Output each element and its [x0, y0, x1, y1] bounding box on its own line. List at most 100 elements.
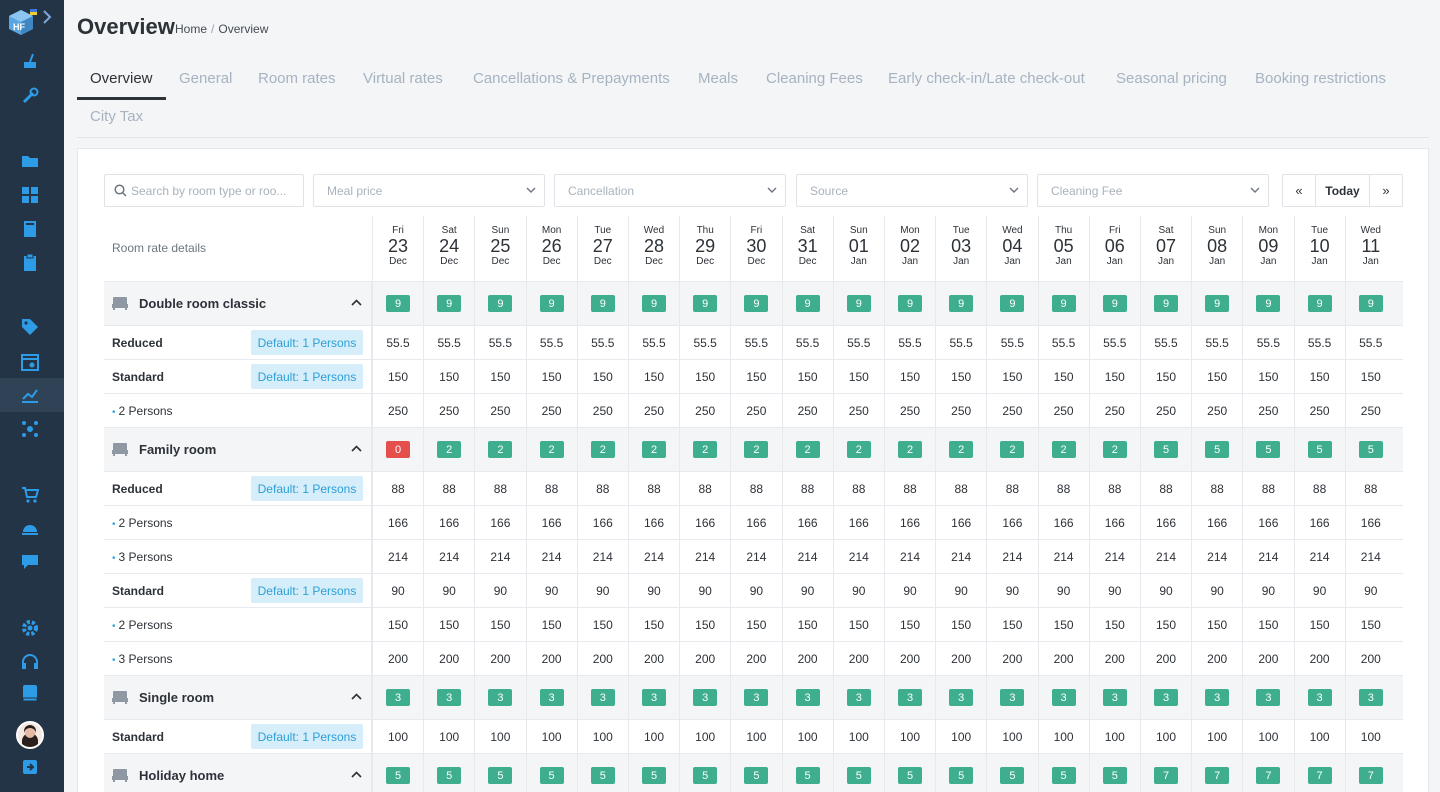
- availability-cell[interactable]: 3: [372, 676, 423, 719]
- price-cell[interactable]: 150: [1344, 360, 1396, 393]
- price-cell[interactable]: 90: [576, 574, 628, 607]
- price-cell[interactable]: 55.5: [1344, 326, 1396, 359]
- price-cell[interactable]: 150: [1140, 608, 1191, 641]
- price-cell[interactable]: 250: [1344, 394, 1396, 427]
- price-cell[interactable]: 200: [372, 642, 423, 675]
- price-cell[interactable]: 150: [730, 360, 781, 393]
- availability-cell[interactable]: 2: [525, 428, 577, 471]
- price-cell[interactable]: 166: [1088, 506, 1140, 539]
- price-cell[interactable]: 250: [935, 394, 986, 427]
- price-cell[interactable]: 250: [628, 394, 679, 427]
- price-cell[interactable]: 200: [1293, 642, 1345, 675]
- chat-icon[interactable]: [20, 552, 40, 572]
- price-cell[interactable]: 90: [679, 574, 730, 607]
- price-cell[interactable]: 90: [1088, 574, 1140, 607]
- price-cell[interactable]: 55.5: [884, 326, 935, 359]
- availability-cell[interactable]: 3: [884, 676, 935, 719]
- availability-cell[interactable]: 5: [679, 754, 730, 792]
- availability-cell[interactable]: 2: [474, 428, 525, 471]
- price-cell[interactable]: 166: [832, 506, 884, 539]
- price-cell[interactable]: 214: [781, 540, 833, 573]
- price-cell[interactable]: 150: [1242, 608, 1293, 641]
- price-cell[interactable]: 55.5: [1191, 326, 1242, 359]
- availability-cell[interactable]: 9: [679, 282, 730, 325]
- price-cell[interactable]: 200: [781, 642, 833, 675]
- tag-icon[interactable]: [20, 317, 40, 337]
- availability-cell[interactable]: 5: [935, 754, 986, 792]
- price-cell[interactable]: 90: [730, 574, 781, 607]
- price-cell[interactable]: 100: [474, 720, 525, 753]
- tab-overview[interactable]: Overview: [90, 70, 153, 87]
- price-cell[interactable]: 166: [1037, 506, 1089, 539]
- price-cell[interactable]: 100: [1191, 720, 1242, 753]
- availability-cell[interactable]: 5: [1293, 428, 1345, 471]
- network-icon[interactable]: [20, 419, 40, 439]
- price-cell[interactable]: 55.5: [372, 326, 423, 359]
- price-cell[interactable]: 200: [474, 642, 525, 675]
- price-cell[interactable]: 55.5: [1088, 326, 1140, 359]
- price-cell[interactable]: 88: [372, 472, 423, 505]
- price-cell[interactable]: 214: [1344, 540, 1396, 573]
- availability-cell[interactable]: 5: [730, 754, 781, 792]
- price-cell[interactable]: 250: [1191, 394, 1242, 427]
- price-cell[interactable]: 88: [884, 472, 935, 505]
- price-cell[interactable]: 150: [1344, 608, 1396, 641]
- price-cell[interactable]: 166: [576, 506, 628, 539]
- price-cell[interactable]: 90: [423, 574, 474, 607]
- availability-cell[interactable]: 9: [525, 282, 577, 325]
- tab-cancellations[interactable]: Cancellations & Prepayments: [473, 70, 670, 87]
- price-cell[interactable]: 200: [832, 642, 884, 675]
- price-cell[interactable]: 166: [1191, 506, 1242, 539]
- price-cell[interactable]: 100: [1088, 720, 1140, 753]
- availability-cell[interactable]: 3: [1088, 676, 1140, 719]
- price-cell[interactable]: 90: [986, 574, 1037, 607]
- price-cell[interactable]: 200: [679, 642, 730, 675]
- price-cell[interactable]: 90: [1242, 574, 1293, 607]
- price-cell[interactable]: 166: [781, 506, 833, 539]
- price-cell[interactable]: 166: [1344, 506, 1396, 539]
- availability-cell[interactable]: 5: [986, 754, 1037, 792]
- price-cell[interactable]: 55.5: [525, 326, 577, 359]
- availability-cell[interactable]: 9: [730, 282, 781, 325]
- folder-icon[interactable]: [20, 151, 40, 171]
- previous-period-button[interactable]: «: [1283, 175, 1316, 206]
- availability-cell[interactable]: 5: [1088, 754, 1140, 792]
- availability-cell[interactable]: 3: [986, 676, 1037, 719]
- price-cell[interactable]: 200: [525, 642, 577, 675]
- price-cell[interactable]: 150: [474, 360, 525, 393]
- price-cell[interactable]: 250: [1140, 394, 1191, 427]
- price-cell[interactable]: 88: [525, 472, 577, 505]
- price-cell[interactable]: 90: [525, 574, 577, 607]
- price-cell[interactable]: 55.5: [474, 326, 525, 359]
- price-cell[interactable]: 250: [1242, 394, 1293, 427]
- price-cell[interactable]: 214: [525, 540, 577, 573]
- availability-cell[interactable]: 2: [935, 428, 986, 471]
- price-cell[interactable]: 150: [525, 360, 577, 393]
- availability-cell[interactable]: 7: [1242, 754, 1293, 792]
- price-cell[interactable]: 214: [1088, 540, 1140, 573]
- service-bell-icon[interactable]: [20, 518, 40, 538]
- price-cell[interactable]: 150: [474, 608, 525, 641]
- price-cell[interactable]: 150: [1088, 608, 1140, 641]
- logout-icon[interactable]: [20, 757, 40, 777]
- price-cell[interactable]: 166: [1293, 506, 1345, 539]
- chevron-up-icon[interactable]: [351, 770, 362, 780]
- availability-cell[interactable]: 5: [423, 754, 474, 792]
- default-occupancy-badge[interactable]: Default: 1 Persons: [251, 476, 363, 501]
- price-cell[interactable]: 214: [1191, 540, 1242, 573]
- availability-cell[interactable]: 9: [628, 282, 679, 325]
- price-cell[interactable]: 150: [628, 608, 679, 641]
- availability-cell[interactable]: 5: [1140, 428, 1191, 471]
- availability-cell[interactable]: 3: [525, 676, 577, 719]
- availability-cell[interactable]: 5: [525, 754, 577, 792]
- price-cell[interactable]: 55.5: [1242, 326, 1293, 359]
- price-cell[interactable]: 90: [781, 574, 833, 607]
- availability-cell[interactable]: 5: [1191, 428, 1242, 471]
- price-cell[interactable]: 150: [372, 360, 423, 393]
- price-cell[interactable]: 200: [1191, 642, 1242, 675]
- price-cell[interactable]: 90: [1344, 574, 1396, 607]
- price-cell[interactable]: 214: [372, 540, 423, 573]
- tab-meals[interactable]: Meals: [698, 70, 738, 87]
- default-occupancy-badge[interactable]: Default: 1 Persons: [251, 364, 363, 389]
- availability-cell[interactable]: 3: [474, 676, 525, 719]
